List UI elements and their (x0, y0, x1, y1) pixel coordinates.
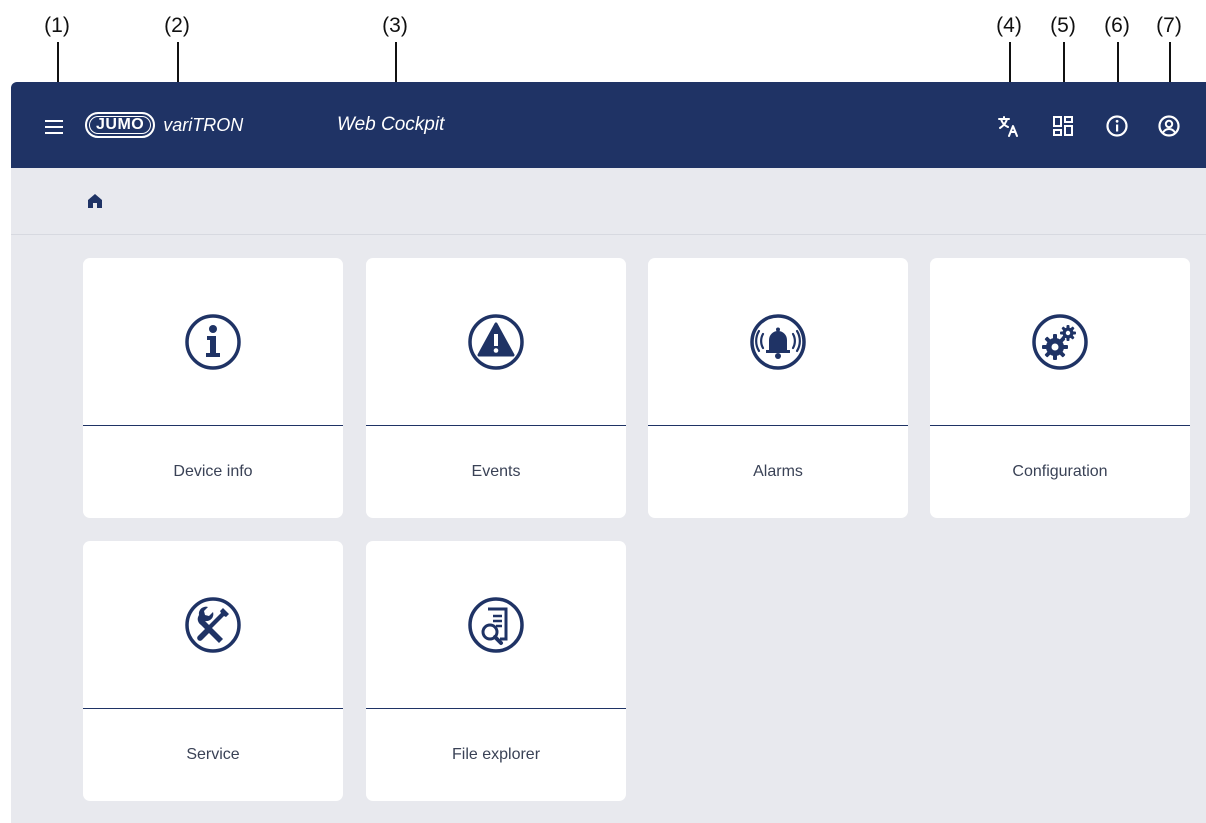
tile-label: Service (186, 746, 240, 763)
callout-7: (7) (1156, 14, 1182, 37)
dashboard-icon[interactable] (1049, 112, 1077, 140)
info-icon[interactable] (1103, 112, 1131, 140)
callout-5: (5) (1050, 14, 1076, 37)
tile-label: Alarms (753, 463, 803, 480)
alarm-bell-icon (750, 313, 806, 370)
tile-events[interactable]: Events (366, 258, 626, 518)
tile-service[interactable]: Service (83, 541, 343, 801)
tile-device-info[interactable]: Device info (83, 258, 343, 518)
callout-2: (2) (164, 14, 190, 37)
wrench-screwdriver-icon (185, 596, 241, 653)
menu-icon[interactable] (45, 120, 63, 134)
translate-icon[interactable] (995, 112, 1023, 140)
tile-configuration[interactable]: Configuration (930, 258, 1190, 518)
warning-triangle-icon (468, 313, 524, 370)
home-icon[interactable] (85, 191, 105, 216)
tile-label: Events (471, 463, 521, 480)
tile-file-explorer[interactable]: File explorer (366, 541, 626, 801)
callout-4: (4) (996, 14, 1022, 37)
brand-badge: JUMO (85, 112, 156, 138)
tile-label: Configuration (1012, 463, 1108, 480)
callout-6: (6) (1104, 14, 1130, 37)
account-icon[interactable] (1155, 112, 1183, 140)
brand-logo: JUMO variTRON (85, 112, 243, 138)
file-search-icon (468, 596, 524, 653)
tile-alarms[interactable]: Alarms (648, 258, 908, 518)
gears-icon (1032, 313, 1088, 370)
app-title: Web Cockpit (337, 114, 445, 135)
info-circle-icon (185, 313, 241, 370)
tile-label: Device info (173, 463, 253, 480)
breadcrumb (11, 168, 1206, 235)
callout-3: (3) (382, 14, 408, 37)
top-bar: JUMO variTRON Web Cockpit (11, 82, 1206, 168)
web-cockpit-app: JUMO variTRON Web Cockpit Device info Ev… (11, 82, 1206, 823)
product-name: variTRON (163, 114, 244, 135)
tile-label: File explorer (451, 746, 541, 763)
callout-1: (1) (44, 14, 70, 37)
